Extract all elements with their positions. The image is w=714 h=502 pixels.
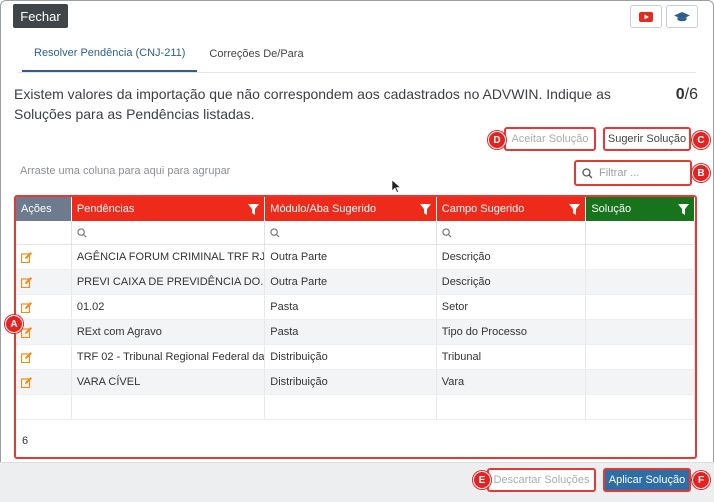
- callout-badge-a: A: [5, 315, 23, 333]
- cell-pendencia: PREVI CAIXA DE PREVIDÊNCIA DO...: [72, 270, 266, 294]
- cell-modulo: Pasta: [265, 295, 437, 319]
- column-solucao-label: Solução: [591, 203, 632, 215]
- empty-cell: [437, 395, 587, 419]
- cell-pendencia: AGÊNCIA FORUM CRIMINAL TRF RJ: [72, 245, 266, 269]
- table-row[interactable]: RExt com Agravo Pasta Tipo do Processo: [16, 320, 695, 345]
- tab-resolver-pendencia[interactable]: Resolver Pendência (CNJ-211): [22, 36, 198, 72]
- column-campo[interactable]: Campo Sugerido: [436, 197, 587, 221]
- cell-pendencia: RExt com Agravo: [72, 320, 266, 344]
- filter-cell-acoes: [16, 221, 72, 244]
- callout-badge-b: B: [692, 164, 710, 182]
- cell-pendencia: TRF 02 - Tribunal Regional Federal da...: [72, 345, 266, 369]
- empty-cell: [72, 395, 266, 419]
- graduation-cap-icon: [674, 11, 690, 21]
- search-icon: [77, 227, 87, 238]
- accept-solution-button[interactable]: Aceitar Solução: [504, 127, 596, 151]
- cell-modulo: Distribuição: [265, 345, 437, 369]
- cell-solucao[interactable]: [586, 245, 695, 269]
- tab-divider: [18, 72, 696, 73]
- table-row[interactable]: VARA CÍVEL Distribuição Vara: [16, 370, 695, 395]
- column-modulo-label: Módulo/Aba Sugerido: [270, 203, 377, 215]
- cell-solucao[interactable]: [586, 270, 695, 294]
- description-text: Existem valores da importação que não co…: [14, 86, 611, 122]
- table-row-empty: [16, 395, 695, 420]
- search-icon: [442, 227, 452, 238]
- cell-campo: Vara: [437, 370, 587, 394]
- tab-bar: Resolver Pendência (CNJ-211) Correções D…: [22, 36, 316, 72]
- edit-icon[interactable]: [16, 320, 72, 344]
- edit-icon[interactable]: [16, 295, 72, 319]
- search-icon: [582, 167, 593, 178]
- callout-badge-d: D: [488, 131, 506, 149]
- empty-cell: [586, 395, 695, 419]
- cell-campo: Tipo do Processo: [437, 320, 587, 344]
- table-row[interactable]: 01.02 Pasta Setor: [16, 295, 695, 320]
- discard-solutions-button[interactable]: Descartar Soluções: [487, 468, 596, 492]
- column-acoes-label: Ações: [21, 203, 52, 215]
- mouse-pointer-icon: [391, 179, 402, 196]
- cell-pendencia: 01.02: [72, 295, 266, 319]
- cell-modulo: Distribuição: [265, 370, 437, 394]
- cell-solucao[interactable]: [586, 370, 695, 394]
- suggest-solution-button[interactable]: Sugerir Solução: [603, 127, 691, 151]
- edit-icon[interactable]: [16, 270, 72, 294]
- cell-modulo: Outra Parte: [265, 270, 437, 294]
- progress-done: 0: [675, 86, 685, 103]
- column-campo-label: Campo Sugerido: [441, 203, 525, 215]
- cell-solucao[interactable]: [586, 320, 695, 344]
- filter-funnel-icon[interactable]: [248, 203, 260, 215]
- grid-filter-row: [16, 221, 695, 245]
- filter-input[interactable]: Filtrar ...: [574, 160, 692, 186]
- filter-cell-modulo[interactable]: [265, 221, 437, 244]
- tutorial-button[interactable]: [666, 5, 698, 28]
- cell-campo: Descrição: [437, 245, 587, 269]
- column-acoes[interactable]: Ações: [16, 197, 72, 221]
- table-row[interactable]: AGÊNCIA FORUM CRIMINAL TRF RJ Outra Part…: [16, 245, 695, 270]
- youtube-button[interactable]: [630, 5, 662, 28]
- column-pendencias[interactable]: Pendências: [71, 197, 266, 221]
- filter-funnel-icon[interactable]: [569, 203, 581, 215]
- callout-badge-c: C: [692, 131, 710, 149]
- filter-funnel-icon[interactable]: [678, 203, 690, 215]
- grid-body: AGÊNCIA FORUM CRIMINAL TRF RJ Outra Part…: [16, 245, 695, 420]
- youtube-icon: [639, 11, 653, 22]
- table-row[interactable]: PREVI CAIXA DE PREVIDÊNCIA DO... Outra P…: [16, 270, 695, 295]
- cell-campo: Descrição: [437, 270, 587, 294]
- edit-icon[interactable]: [16, 245, 72, 269]
- empty-cell: [16, 395, 72, 419]
- cell-campo: Setor: [437, 295, 587, 319]
- column-pendencias-label: Pendências: [76, 203, 135, 215]
- column-modulo[interactable]: Módulo/Aba Sugerido: [265, 197, 437, 221]
- filter-funnel-icon[interactable]: [419, 203, 431, 215]
- empty-cell: [265, 395, 437, 419]
- cell-solucao[interactable]: [586, 345, 695, 369]
- cell-modulo: Outra Parte: [265, 245, 437, 269]
- progress-total: /6: [684, 86, 698, 103]
- filter-cell-campo[interactable]: [437, 221, 587, 244]
- pendencias-grid: Ações Pendências Módulo/Aba Sugerido Cam…: [14, 195, 697, 459]
- tab-correcoes[interactable]: Correções De/Para: [197, 36, 315, 72]
- cell-solucao[interactable]: [586, 295, 695, 319]
- filter-placeholder: Filtrar ...: [599, 167, 640, 179]
- edit-icon[interactable]: [16, 345, 72, 369]
- grid-header: Ações Pendências Módulo/Aba Sugerido Cam…: [16, 197, 695, 221]
- filter-cell-solucao[interactable]: [586, 221, 695, 244]
- edit-icon[interactable]: [16, 370, 72, 394]
- cell-campo: Tribunal: [437, 345, 587, 369]
- progress-counter: 0/6: [676, 86, 698, 104]
- search-icon: [270, 227, 280, 238]
- table-row[interactable]: TRF 02 - Tribunal Regional Federal da...…: [16, 345, 695, 370]
- filter-cell-pendencias[interactable]: [72, 221, 266, 244]
- column-solucao[interactable]: Solução: [586, 197, 695, 221]
- apply-solution-button[interactable]: Aplicar Solução: [603, 468, 691, 492]
- close-button[interactable]: Fechar: [13, 4, 68, 28]
- group-drop-hint: Arraste uma coluna para aqui para agrupa…: [20, 165, 231, 177]
- cell-modulo: Pasta: [265, 320, 437, 344]
- callout-badge-f: F: [692, 471, 710, 489]
- grid-row-count: 6: [22, 435, 29, 447]
- callout-badge-e: E: [473, 471, 491, 489]
- cell-pendencia: VARA CÍVEL: [72, 370, 266, 394]
